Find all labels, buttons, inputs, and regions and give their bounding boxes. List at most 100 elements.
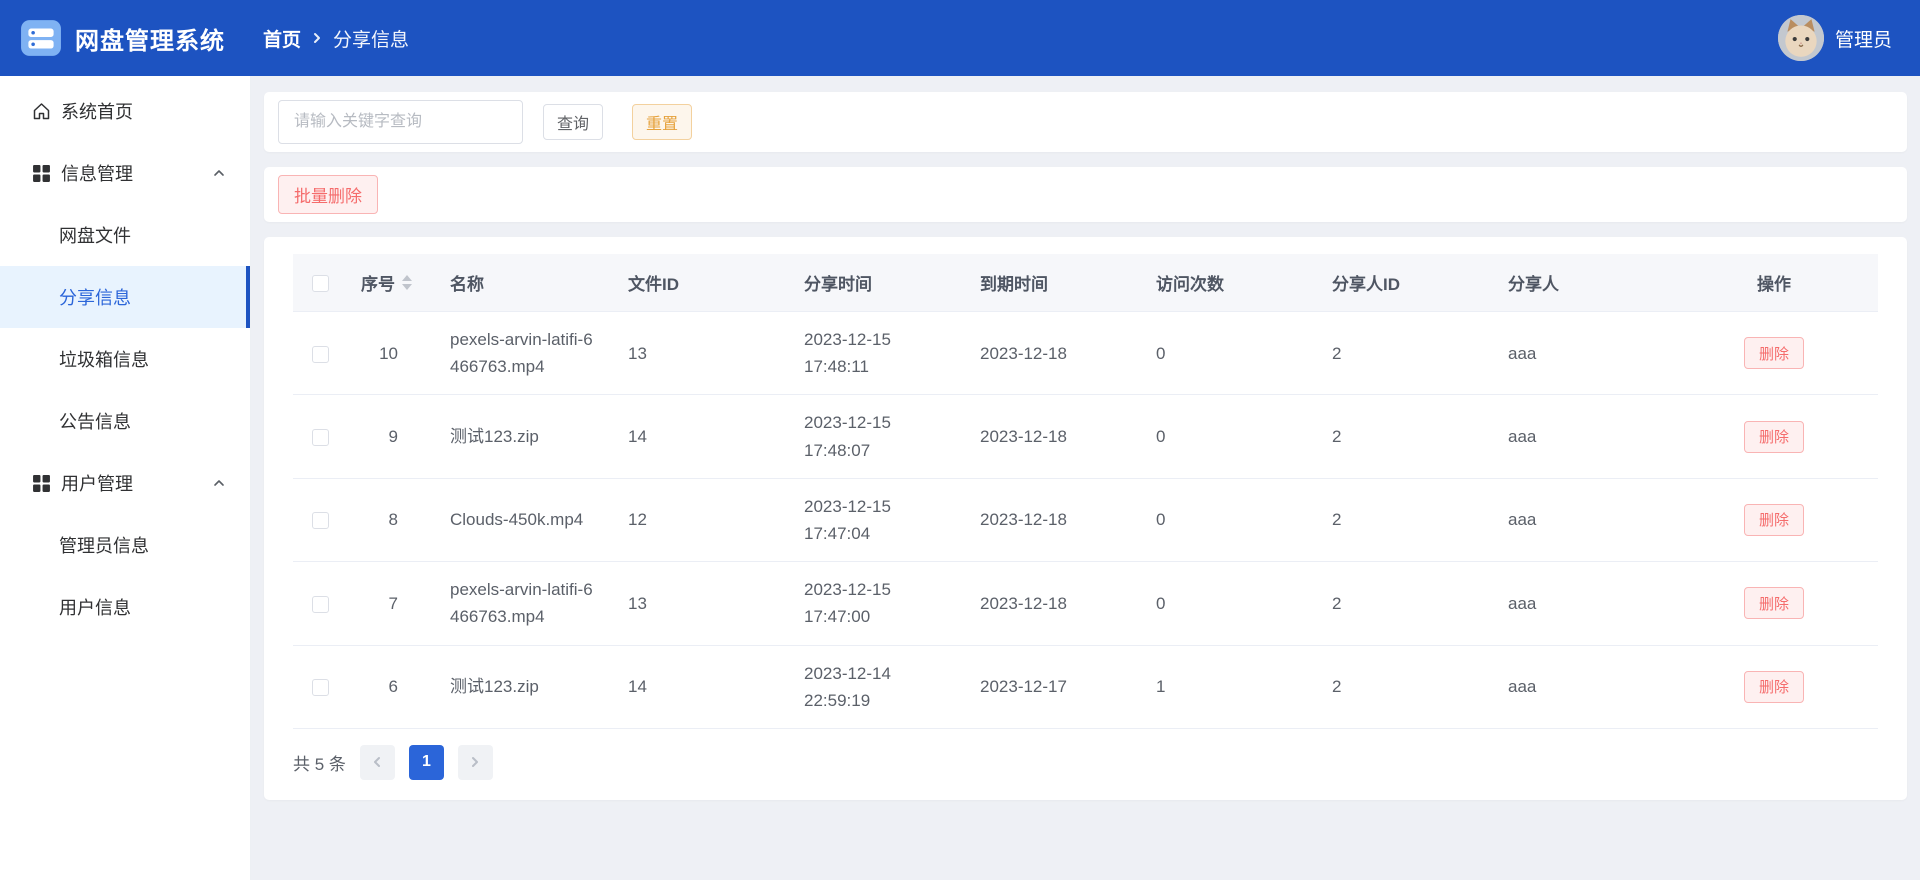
cell-share-time: 2023-12-15 17:47:00 <box>790 561 966 646</box>
pagination: 共 5 条 1 <box>293 744 1878 780</box>
delete-button[interactable]: 删除 <box>1743 670 1804 703</box>
query-button[interactable]: 查询 <box>543 104 604 140</box>
delete-button[interactable]: 删除 <box>1743 337 1804 370</box>
cell-sharer: aaa <box>1494 645 1670 729</box>
search-card: 查询 重置 <box>264 92 1907 152</box>
table-header-row: 序号 名称 文件ID 分享时间 到期时间 访问次数 分享人ID 分享人 操作 <box>293 254 1878 312</box>
col-header-actions: 操作 <box>1670 254 1878 312</box>
table-row: 6 测试123.zip 14 2023-12-14 22:59:19 2023-… <box>293 645 1878 729</box>
app-logo: 网盘管理系统 <box>20 17 251 59</box>
grid-icon <box>33 164 50 182</box>
cell-visits: 1 <box>1142 645 1318 729</box>
sidebar-item-announcement-info[interactable]: 公告信息 <box>0 390 250 452</box>
cat-avatar-image <box>1777 15 1824 61</box>
cell-actions: 删除 <box>1670 645 1878 729</box>
sidebar-item-label: 系统首页 <box>61 102 133 122</box>
col-header-expire-time: 到期时间 <box>966 254 1142 312</box>
table-row: 10 pexels-arvin-latifi-6466763.mp4 13 20… <box>293 311 1878 396</box>
cell-share-time: 2023-12-14 22:59:19 <box>790 645 966 729</box>
main-content: 查询 重置 批量删除 <box>251 76 1920 880</box>
cell-sharer-id: 2 <box>1318 561 1494 646</box>
sidebar: 系统首页 信息管理 网盘文件 分享信息 垃圾箱信息 公告信息 用户管理 管理员信… <box>0 76 251 880</box>
app-header: 网盘管理系统 首页 分享信息 管理员 <box>0 0 1920 76</box>
app-title: 网盘管理系统 <box>75 27 225 55</box>
pagination-page-1[interactable]: 1 <box>408 744 444 780</box>
cell-sharer: aaa <box>1494 561 1670 646</box>
cell-visits: 0 <box>1142 478 1318 563</box>
select-all-checkbox[interactable] <box>311 274 329 292</box>
cell-seq: 10 <box>347 311 436 396</box>
sidebar-item-label: 公告信息 <box>59 412 131 432</box>
cell-name: Clouds-450k.mp4 <box>436 478 614 563</box>
sidebar-item-label: 垃圾箱信息 <box>59 350 149 370</box>
sidebar-item-share-info[interactable]: 分享信息 <box>0 266 250 328</box>
row-checkbox[interactable] <box>311 428 329 446</box>
sidebar-item-admin-info[interactable]: 管理员信息 <box>0 514 250 576</box>
home-icon <box>33 102 50 119</box>
breadcrumb-home[interactable]: 首页 <box>263 25 301 52</box>
cell-seq: 7 <box>347 561 436 646</box>
cell-sharer: aaa <box>1494 478 1670 563</box>
cell-sharer: aaa <box>1494 394 1670 479</box>
chevron-left-icon <box>374 757 381 768</box>
cell-seq: 9 <box>347 394 436 479</box>
table-row: 7 pexels-arvin-latifi-6466763.mp4 13 202… <box>293 561 1878 646</box>
grid-icon <box>33 474 50 492</box>
chevron-right-icon <box>314 33 321 43</box>
cell-name: 测试123.zip <box>436 645 614 729</box>
col-header-share-time: 分享时间 <box>790 254 966 312</box>
sidebar-item-label: 管理员信息 <box>59 536 149 556</box>
col-header-seq[interactable]: 序号 <box>347 254 436 312</box>
row-checkbox[interactable] <box>311 345 329 363</box>
pagination-next-button[interactable] <box>457 744 493 780</box>
app-logo-icon <box>21 20 61 56</box>
cell-share-time: 2023-12-15 17:47:04 <box>790 478 966 563</box>
cell-file-id: 14 <box>614 394 790 479</box>
col-header-file-id: 文件ID <box>614 254 790 312</box>
sort-caret-icon[interactable] <box>402 275 412 290</box>
sidebar-item-disk-files[interactable]: 网盘文件 <box>0 204 250 266</box>
cell-actions: 删除 <box>1670 561 1878 646</box>
delete-button[interactable]: 删除 <box>1743 420 1804 453</box>
table-row: 8 Clouds-450k.mp4 12 2023-12-15 17:47:04… <box>293 478 1878 563</box>
sidebar-item-user-management[interactable]: 用户管理 <box>0 452 250 514</box>
cell-select <box>293 311 347 396</box>
cell-select <box>293 645 347 729</box>
header-user-area: 管理员 <box>1777 15 1892 61</box>
sidebar-item-trash-info[interactable]: 垃圾箱信息 <box>0 328 250 390</box>
row-checkbox[interactable] <box>311 679 329 697</box>
delete-button[interactable]: 删除 <box>1743 587 1804 620</box>
pagination-total: 共 5 条 <box>293 754 346 774</box>
chevron-right-icon <box>472 757 479 768</box>
table-card: 序号 名称 文件ID 分享时间 到期时间 访问次数 分享人ID 分享人 操作 1… <box>264 237 1907 800</box>
reset-button[interactable]: 重置 <box>632 104 693 140</box>
table-row: 9 测试123.zip 14 2023-12-15 17:48:07 2023-… <box>293 394 1878 479</box>
cell-sharer-id: 2 <box>1318 394 1494 479</box>
sidebar-item-user-info[interactable]: 用户信息 <box>0 576 250 638</box>
sidebar-item-system-home[interactable]: 系统首页 <box>0 80 250 142</box>
cell-select <box>293 561 347 646</box>
cell-expire-time: 2023-12-18 <box>966 478 1142 563</box>
search-input[interactable] <box>278 100 523 144</box>
batch-delete-button[interactable]: 批量删除 <box>278 175 378 214</box>
row-checkbox[interactable] <box>311 512 329 530</box>
cell-expire-time: 2023-12-18 <box>966 311 1142 396</box>
action-card: 批量删除 <box>264 167 1907 222</box>
user-name[interactable]: 管理员 <box>1835 25 1892 52</box>
cell-file-id: 14 <box>614 645 790 729</box>
cell-seq: 8 <box>347 478 436 563</box>
delete-button[interactable]: 删除 <box>1743 503 1804 536</box>
cell-sharer-id: 2 <box>1318 311 1494 396</box>
pagination-prev-button[interactable] <box>359 744 395 780</box>
cell-visits: 0 <box>1142 561 1318 646</box>
sidebar-item-label: 分享信息 <box>59 288 131 308</box>
row-checkbox[interactable] <box>311 595 329 613</box>
chevron-up-icon <box>214 170 224 176</box>
share-info-table: 序号 名称 文件ID 分享时间 到期时间 访问次数 分享人ID 分享人 操作 1… <box>293 254 1878 729</box>
col-header-visits: 访问次数 <box>1142 254 1318 312</box>
cell-select <box>293 478 347 563</box>
cell-actions: 删除 <box>1670 394 1878 479</box>
avatar[interactable] <box>1777 15 1824 61</box>
cell-select <box>293 394 347 479</box>
sidebar-item-info-management[interactable]: 信息管理 <box>0 142 250 204</box>
